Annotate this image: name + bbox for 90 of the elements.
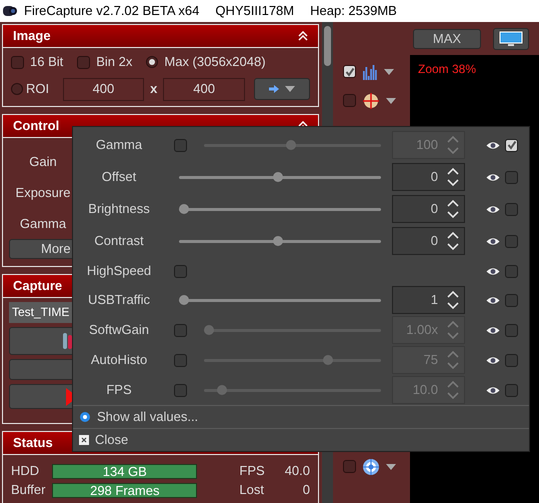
setting-label: AutoHisto: [90, 351, 148, 370]
control-label: Gain: [28, 153, 58, 171]
setting-label: Gamma: [94, 136, 144, 154]
option-label: Bin 2x: [96, 53, 132, 72]
slider[interactable]: [179, 172, 381, 182]
status-label: Buffer: [11, 481, 46, 500]
slider[interactable]: [204, 355, 381, 365]
eye-icon[interactable]: [486, 386, 500, 394]
panel-title: Status: [13, 434, 53, 452]
checkbox[interactable]: [343, 65, 356, 78]
eye-icon[interactable]: [486, 356, 500, 364]
setting-label: USBTraffic: [86, 291, 152, 310]
setting-label: Offset: [100, 168, 138, 186]
eye-icon[interactable]: [486, 266, 500, 276]
setting-label: Brightness: [87, 200, 151, 218]
crosshair-icon[interactable]: [362, 92, 380, 110]
number-spinner[interactable]: 0: [392, 163, 465, 191]
status-label: FPS: [239, 462, 266, 480]
slider-thumb[interactable]: [273, 236, 284, 246]
radio-button[interactable]: [11, 83, 23, 95]
checkbox[interactable]: [343, 94, 356, 107]
caret-icon[interactable]: [386, 98, 396, 104]
control-label: Gamma: [18, 215, 68, 233]
max-button[interactable]: MAX: [413, 28, 481, 48]
eye-icon[interactable]: [486, 204, 500, 214]
target-icon[interactable]: [362, 458, 380, 476]
number-spinner[interactable]: 1: [392, 286, 465, 314]
panel-title: Capture: [13, 277, 62, 296]
slider[interactable]: [179, 295, 381, 305]
app-title: FireCapture v2.7.02 BETA x64: [24, 2, 200, 20]
slider[interactable]: [204, 140, 381, 150]
status-value: 0: [302, 481, 310, 500]
checkbox[interactable]: [343, 460, 356, 473]
fit-screen-button[interactable]: [493, 28, 529, 50]
panel-title: Control: [13, 117, 60, 136]
checkbox[interactable]: [11, 56, 24, 68]
panel-title: Image: [13, 27, 51, 46]
apply-dropdown-button[interactable]: [254, 78, 310, 100]
number-spinner[interactable]: 0: [392, 195, 465, 223]
slider-thumb[interactable]: [179, 204, 189, 214]
checkbox[interactable]: [505, 294, 518, 306]
slider[interactable]: [204, 385, 381, 395]
width-field[interactable]: 400: [62, 78, 144, 100]
checkbox[interactable]: [505, 264, 518, 278]
setting-label: FPS: [105, 381, 133, 400]
radio-button[interactable]: [146, 56, 158, 68]
heap-usage: Heap: 2539MB: [310, 2, 397, 20]
number-spinner[interactable]: 0: [392, 227, 465, 255]
collapse-icon[interactable]: [298, 31, 308, 41]
multiply-label: x: [149, 80, 158, 98]
caret-icon[interactable]: [284, 86, 295, 92]
slider[interactable]: [204, 325, 381, 335]
checkbox[interactable]: [505, 234, 518, 248]
status-value: 40.0: [284, 462, 310, 480]
eye-icon[interactable]: [486, 236, 500, 246]
camera-name: QHY5III178M: [215, 2, 294, 20]
menu-item[interactable]: Show all values...: [73, 406, 529, 428]
progress-text: 298 Frames: [89, 484, 160, 496]
setting-label: HighSpeed: [86, 262, 152, 280]
monitor-icon: [499, 30, 523, 46]
caret-icon[interactable]: [386, 464, 396, 470]
eye-icon[interactable]: [486, 140, 500, 150]
camera-icon: [2, 4, 18, 18]
option-label: 16 Bit: [30, 53, 64, 72]
option-label: ROI: [26, 80, 50, 98]
slider-thumb[interactable]: [179, 295, 189, 305]
slider-thumb[interactable]: [273, 172, 284, 182]
bar-chart-icon[interactable]: [362, 64, 378, 80]
checkbox[interactable]: [77, 56, 90, 68]
control-label: Exposure: [14, 184, 72, 202]
menu-item[interactable]: Close: [73, 429, 529, 451]
panel-header[interactable]: Image: [3, 25, 318, 48]
zoom-label: Zoom 38%: [418, 62, 476, 76]
caret-icon[interactable]: [384, 68, 394, 74]
checkbox[interactable]: [505, 170, 518, 184]
progress-text: 134 GB: [102, 464, 148, 478]
eye-icon[interactable]: [486, 172, 500, 182]
slider[interactable]: [179, 236, 381, 246]
slider[interactable]: [179, 204, 381, 214]
arrow-right-icon: [268, 85, 279, 93]
eye-icon[interactable]: [486, 296, 500, 304]
setting-label: SoftwGain: [88, 321, 150, 340]
status-label: HDD: [11, 462, 40, 480]
option-label: Max (3056x2048): [164, 53, 266, 72]
status-label: Lost: [239, 481, 265, 500]
auto-checkbox[interactable]: [174, 264, 187, 278]
eye-icon[interactable]: [486, 326, 500, 334]
checkbox[interactable]: [505, 202, 518, 216]
close-icon: [79, 435, 89, 445]
height-field[interactable]: 400: [163, 78, 245, 100]
